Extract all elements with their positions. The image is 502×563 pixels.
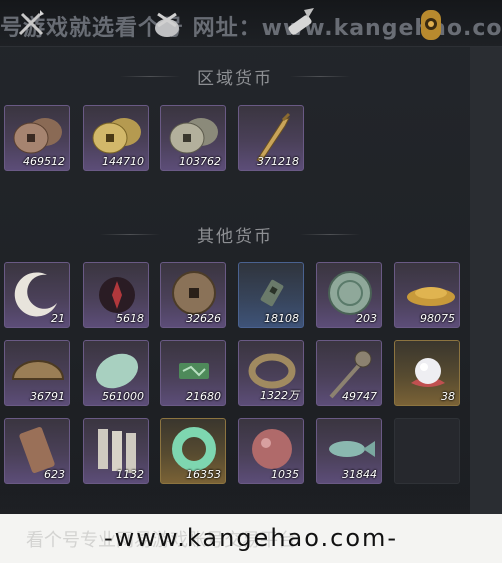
footer-url: -www.kangehao.com- [103,524,399,552]
pouch-icon[interactable] [150,8,184,40]
section-title-other: 其他货币 [197,227,273,247]
currency-slot[interactable]: 371218 [238,105,304,171]
currency-slot[interactable]: 31844 [316,418,382,484]
currency-slot[interactable]: 103762 [160,105,226,171]
currency-slot[interactable]: 1035 [238,418,304,484]
top-bar: 号游戏就选看个号 网址：www.kangehao.com [0,0,502,47]
list-fade [0,492,470,514]
currency-slot[interactable]: 18108 [238,262,304,328]
currency-slot[interactable]: 21680 [160,340,226,406]
currency-slot[interactable]: 5618 [83,262,149,328]
section-title-regional: 区域货币 [197,69,273,89]
currency-slot[interactable]: 16353 [160,418,226,484]
currency-count: 371218 [257,155,299,168]
currency-count: 144710 [102,155,144,168]
currency-count: 49747 [342,390,377,403]
currency-slot[interactable]: 38 [394,340,460,406]
currency-count: 561000 [102,390,144,403]
scroll-track[interactable] [470,0,502,563]
currency-count: 1132 [116,468,144,481]
currency-count: 18108 [264,312,299,325]
currency-count: 21 [51,312,65,325]
empty-slot[interactable] [394,418,460,484]
currency-slot[interactable]: 36791 [4,340,70,406]
section-divider-right [290,76,350,77]
currency-count: 21680 [186,390,221,403]
currency-count: 38 [441,390,455,403]
currency-slot[interactable]: 561000 [83,340,149,406]
currency-count: 1322万 [260,389,299,402]
currency-count: 5618 [116,312,144,325]
currency-count: 31844 [342,468,377,481]
section-divider-right [300,234,360,235]
scroll-quill-icon[interactable] [282,6,318,42]
currency-slot[interactable]: 144710 [83,105,149,171]
currency-count: 469512 [23,155,65,168]
currency-slot[interactable]: 1322万 [238,340,304,406]
currency-count: 103762 [179,155,221,168]
currency-count: 16353 [186,468,221,481]
currency-count: 1035 [271,468,299,481]
currency-slot[interactable]: 32626 [160,262,226,328]
currency-slot[interactable]: 1132 [83,418,149,484]
currency-count: 203 [356,312,377,325]
currency-count: 623 [44,468,65,481]
watermark-footer: 看个号专业网易游戏账号交易平台 -www.kangehao.com- [0,514,502,563]
gold-medallion-icon[interactable] [418,8,444,42]
currency-slot[interactable]: 203 [316,262,382,328]
currency-count: 98075 [420,312,455,325]
currency-slot[interactable]: 21 [4,262,70,328]
crossed-tools-icon[interactable] [14,6,48,40]
currency-count: 36791 [30,390,65,403]
currency-slot[interactable]: 469512 [4,105,70,171]
currency-slot[interactable]: 623 [4,418,70,484]
currency-slot[interactable]: 98075 [394,262,460,328]
currency-slot[interactable]: 49747 [316,340,382,406]
currency-count: 32626 [186,312,221,325]
